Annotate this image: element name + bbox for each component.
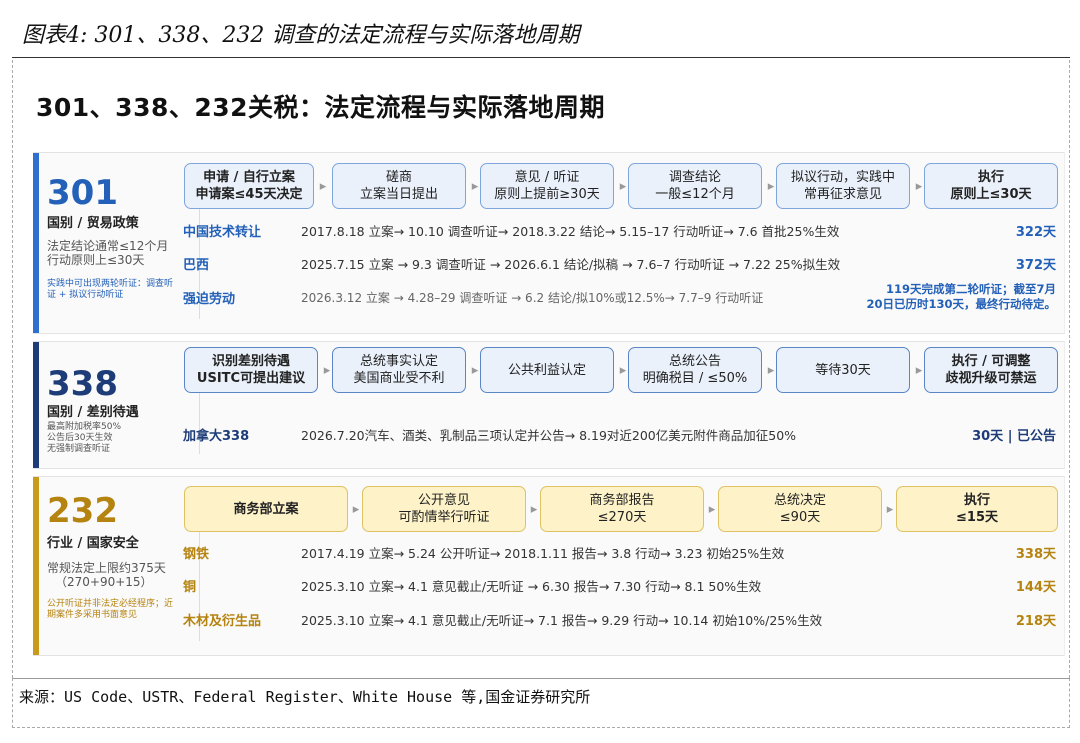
case-timeline: 2025.3.10 立案→ 4.1 意见截止/无听证→ 7.1 报告→ 9.29… [301, 612, 823, 628]
process-step: 等待30天 [776, 347, 910, 393]
section-note: 常规法定上限约375天 [47, 561, 166, 575]
section-number: 338 [47, 364, 118, 404]
arrow-icon: ▸ [708, 501, 716, 517]
section-232-summary: 232 行业 / 国家安全 常规法定上限约375天 （270+90+15） 公开… [47, 477, 177, 655]
case-row: 强迫劳动 2026.3.12 立案 → 4.28–29 调查听证 → 6.2 结… [183, 281, 1056, 313]
source-note: 来源：US Code、USTR、Federal Register、White H… [12, 678, 1070, 728]
section-footnote: 公开听证并非法定必经程序；近期案件多采用书面意见 [47, 599, 174, 620]
section-301: 301 国别 / 贸易政策 法定结论通常≤12个月 行动原则上≤30天 实践中可… [33, 152, 1065, 334]
section-232: 232 行业 / 国家安全 常规法定上限约375天 （270+90+15） 公开… [33, 476, 1065, 656]
process-step: 公开意见 可酌情举行听证 [362, 486, 526, 532]
figure-title: 图表4: 301、338、232 调查的法定流程与实际落地周期 [12, 16, 1070, 58]
case-timeline: 2026.3.12 立案 → 4.28–29 调查听证 → 6.2 结论/拟10… [301, 290, 764, 305]
case-row: 木材及衍生品 2025.3.10 立案→ 4.1 意见截止/无听证→ 7.1 报… [183, 608, 1056, 630]
section-338: 338 国别 / 差别待遇 最高附加税率50% 公告后30天生效 无强制调查听证… [33, 341, 1065, 469]
case-duration: 338天 [1015, 546, 1056, 562]
case-row: 巴西 2025.7.15 立案 → 9.3 调查听证 → 2026.6.1 结论… [183, 252, 1056, 274]
case-row: 铜 2025.3.10 立案→ 4.1 意见截止/无听证 → 6.30 报告→ … [183, 574, 1056, 596]
case-row: 钢铁 2017.4.19 立案→ 5.24 公开听证→ 2018.1.11 报告… [183, 541, 1056, 563]
section-footnote: 实践中可出现两轮听证：调查听证 + 拟议行动听证 [47, 279, 174, 300]
process-step: 总统决定 ≤90天 [718, 486, 882, 532]
process-step: 执行 / 可调整 歧视升级可禁运 [924, 347, 1058, 393]
process-step: 调查结论 一般≤12个月 [628, 163, 762, 209]
case-name: 加拿大338 [183, 428, 250, 444]
case-name: 铜 [183, 579, 197, 595]
process-step: 意见 / 听证 原则上提前≥30天 [480, 163, 614, 209]
section-note: 行动原则上≤30天 [47, 253, 145, 267]
process-step: 执行 原则上≤30天 [924, 163, 1058, 209]
process-step: 商务部立案 [184, 486, 348, 532]
case-duration: 372天 [1015, 257, 1056, 273]
section-301-summary: 301 国别 / 贸易政策 法定结论通常≤12个月 行动原则上≤30天 实践中可… [47, 153, 177, 333]
section-note: 无强制调查听证 [47, 444, 111, 454]
process-step: 拟议行动，实践中 常再征求意见 [776, 163, 910, 209]
section-232-bar [33, 477, 39, 655]
section-category: 国别 / 差别待遇 [47, 405, 139, 420]
process-step: 总统事实认定 美国商业受不利 [332, 347, 466, 393]
section-number: 232 [47, 491, 118, 531]
section-note: （270+90+15） [55, 575, 153, 589]
process-step: 执行 ≤15天 [896, 486, 1058, 532]
case-name: 巴西 [183, 257, 210, 273]
case-timeline: 2025.7.15 立案 → 9.3 调查听证 → 2026.6.1 结论/拟稿… [301, 256, 841, 272]
case-name: 钢铁 [183, 546, 210, 562]
arrow-icon: ▸ [530, 501, 538, 517]
case-duration: 322天 [1015, 224, 1056, 240]
section-category: 国别 / 贸易政策 [47, 216, 139, 231]
case-name: 中国技术转让 [183, 224, 262, 240]
process-step: 总统公告 明确税目 / ≤50% [628, 347, 762, 393]
case-name: 木材及衍生品 [183, 613, 262, 629]
case-duration: 144天 [1015, 579, 1056, 595]
section-note: 法定结论通常≤12个月 [47, 239, 169, 253]
case-timeline: 2026.7.20汽车、酒类、乳制品三项认定并公告→ 8.19对近200亿美元附… [301, 427, 797, 443]
process-step: 识别差别待遇 USITC可提出建议 [184, 347, 318, 393]
case-name: 强迫劳动 [183, 291, 236, 307]
process-step: 公共利益认定 [480, 347, 614, 393]
arrow-icon: ▸ [886, 501, 894, 517]
process-step: 磋商 立案当日提出 [332, 163, 466, 209]
case-duration: 218天 [1015, 613, 1056, 629]
process-step: 申请 / 自行立案 申请案≤45天决定 [184, 163, 314, 209]
case-timeline: 2025.3.10 立案→ 4.1 意见截止/无听证 → 6.30 报告→ 7.… [301, 578, 762, 594]
process-step: 商务部报告 ≤270天 [540, 486, 704, 532]
case-duration: 30天 | 已公告 [972, 428, 1056, 444]
case-duration: 119天完成第二轮听证；截至7月 20日已历时130天，最终行动待定。 [866, 282, 1056, 311]
arrow-icon: ▸ [352, 501, 360, 517]
section-number: 301 [47, 173, 118, 213]
main-title: 301、338、232关税：法定流程与实际落地周期 [36, 93, 606, 122]
case-timeline: 2017.8.18 立案→ 10.10 调查听证→ 2018.3.22 结论→ … [301, 223, 840, 239]
section-note: 公告后30天生效 [47, 433, 113, 443]
case-row: 加拿大338 2026.7.20汽车、酒类、乳制品三项认定并公告→ 8.19对近… [183, 423, 1056, 445]
section-category: 行业 / 国家安全 [47, 536, 139, 551]
case-timeline: 2017.4.19 立案→ 5.24 公开听证→ 2018.1.11 报告→ 3… [301, 545, 785, 561]
case-row: 中国技术转让 2017.8.18 立案→ 10.10 调查听证→ 2018.3.… [183, 219, 1056, 241]
section-note: 最高附加税率50% [47, 422, 122, 432]
section-338-bar [33, 342, 39, 468]
section-338-summary: 338 国别 / 差别待遇 最高附加税率50% 公告后30天生效 无强制调查听证 [47, 342, 177, 468]
section-301-bar [33, 153, 39, 333]
arrow-icon: ▸ [319, 178, 327, 194]
